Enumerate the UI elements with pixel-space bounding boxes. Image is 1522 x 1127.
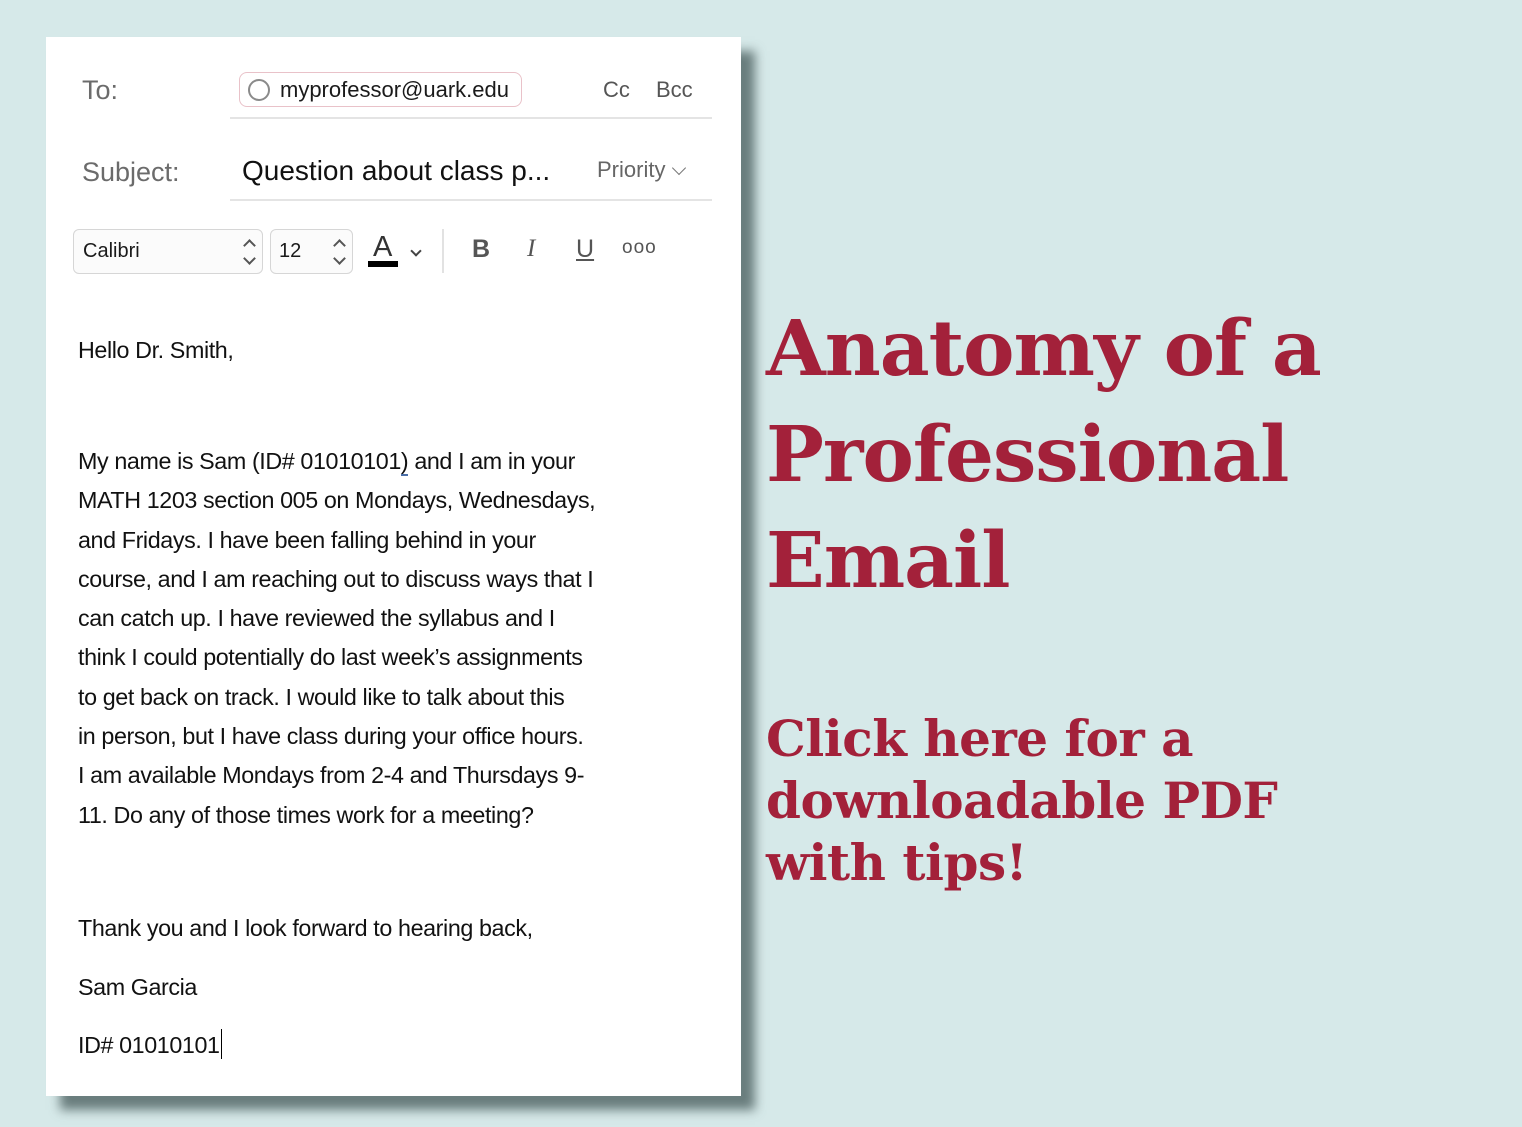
paragraph-line: 11. Do any of those times work for a mee… [78,801,534,828]
recipient-address: myprofessor@uark.edu [280,76,509,102]
bcc-button[interactable]: Bcc [656,77,693,103]
paragraph-line: course, and I am reaching out to discuss… [78,565,594,592]
font-size-value: 12 [279,240,302,262]
priority-label: Priority [597,157,666,182]
up-down-chevron-icon [242,236,256,268]
signature-name: Sam Garcia [78,974,197,1000]
font-color-chevron-icon[interactable] [410,245,422,257]
paragraph-line: in person, but I have class during your … [78,723,584,750]
subject-divider [230,199,712,201]
paragraph-line: My name is Sam (ID# 01010101) and I am i… [78,442,595,481]
more-options-button[interactable]: ooo [622,237,657,259]
paragraph-line: MATH 1203 section 005 on Mondays, Wednes… [78,487,596,514]
signature-id: ID# 01010101 [78,1032,220,1058]
paragraph-line: think I could potentially do last week’s… [78,644,583,671]
subject-input[interactable]: Question about class p... [242,155,550,187]
paragraph-line: and Fridays. I have been falling behind … [78,526,536,553]
up-down-chevron-icon [332,236,346,268]
signature-id-line: ID# 01010101 [78,1026,223,1065]
font-color-swatch [368,261,398,267]
title-line: Anatomy of a [766,304,1322,394]
page-title: Anatomy of a Professional Email [766,296,1322,614]
cta-line: Click here for a [766,709,1194,768]
line-text: and I am in your [408,448,575,474]
closing-line: Thank you and I look forward to hearing … [78,915,533,941]
cc-button[interactable]: Cc [603,77,630,103]
email-compose-window: To: myprofessor@uark.edu Cc Bcc Subject:… [46,37,741,1096]
body-paragraph: My name is Sam (ID# 01010101) and I am i… [78,442,596,835]
paragraph-line: can catch up. I have reviewed the syllab… [78,605,555,632]
font-family-value: Calibri [83,240,140,262]
font-color-button[interactable]: A [368,231,400,269]
font-size-select[interactable]: 12 [270,229,353,274]
recipient-status-circle-icon [248,78,270,101]
line-text: My name is Sam (ID# 01010101 [78,448,401,474]
text-cursor [220,1029,223,1059]
paragraph-line: to get back on track. I would like to ta… [78,683,565,710]
recipient-chip[interactable]: myprofessor@uark.edu [239,72,522,107]
paragraph-line: I am available Mondays from 2-4 and Thur… [78,762,585,789]
greeting-line: Hello Dr. Smith, [78,337,234,363]
cta-line: with tips! [766,833,1028,892]
chevron-down-icon [672,160,687,175]
priority-dropdown[interactable]: Priority [597,157,687,183]
to-label: To: [82,75,119,105]
font-family-select[interactable]: Calibri [73,229,263,274]
title-line: Professional [766,410,1289,500]
title-line: Email [766,516,1011,606]
toolbar-divider [442,229,444,273]
to-divider [230,117,712,119]
bold-button[interactable]: B [472,235,490,264]
font-color-icon: A [373,231,393,263]
download-pdf-link[interactable]: Click here for a downloadable PDF with t… [766,708,1278,894]
underline-button[interactable]: U [576,235,594,264]
cta-line: downloadable PDF [766,771,1278,830]
italic-button[interactable]: I [527,235,535,263]
subject-label: Subject: [82,157,180,187]
